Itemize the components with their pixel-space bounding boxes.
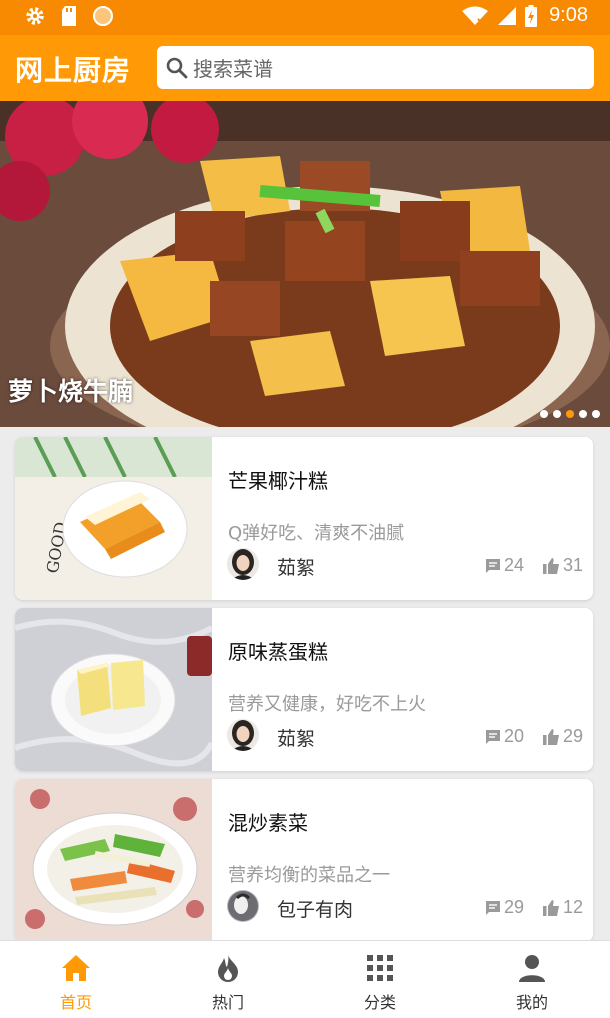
status-time: 9:08	[549, 4, 588, 26]
recipe-card[interactable]: GOOD 芒果椰汁糕 Q弹好吃、清爽不油腻 茹絮 24 31	[15, 437, 593, 600]
like-count-value: 12	[563, 897, 584, 917]
recipe-title: 混炒素菜	[228, 811, 308, 835]
author-avatar[interactable]	[227, 719, 259, 751]
like-count[interactable]: 29	[543, 726, 583, 747]
recipe-image	[15, 779, 212, 940]
recipe-image	[15, 608, 212, 771]
recipe-list[interactable]: GOOD 芒果椰汁糕 Q弹好吃、清爽不油腻 茹絮 24 31 原味蒸蛋糕 营养又…	[0, 427, 610, 940]
recipe-card[interactable]: 混炒素菜 营养均衡的菜品之一 包子有肉 29 12	[15, 779, 593, 940]
gear-icon	[26, 7, 44, 25]
search-bar[interactable]: 搜索菜谱	[157, 46, 594, 89]
signal-icon	[498, 6, 517, 25]
recipe-description: 营养均衡的菜品之一	[228, 865, 390, 886]
thumbs-up-icon	[543, 899, 559, 916]
app-title: 网上厨房	[15, 54, 132, 87]
like-count[interactable]: 31	[543, 555, 583, 576]
nav-home[interactable]: 首页	[0, 941, 152, 1018]
home-icon	[62, 955, 90, 981]
recipe-title: 芒果椰汁糕	[228, 469, 328, 493]
comment-count-value: 29	[504, 897, 525, 917]
bottom-nav: 首页 热门 分类 我的	[0, 940, 610, 1018]
nav-label: 我的	[515, 993, 548, 1012]
status-bar: 9:08	[0, 0, 610, 35]
fire-icon	[218, 954, 238, 982]
thumbs-up-icon	[543, 728, 559, 745]
search-icon	[166, 57, 188, 78]
comment-count[interactable]: 24	[485, 555, 524, 576]
author-name[interactable]: 茹絮	[277, 553, 315, 580]
carousel-indicator	[540, 410, 600, 418]
nav-label: 热门	[211, 993, 244, 1012]
nav-profile[interactable]: 我的	[456, 941, 608, 1018]
nav-label: 首页	[59, 993, 92, 1012]
recipe-card[interactable]: 原味蒸蛋糕 营养又健康，好吃不上火 茹絮 20 29	[15, 608, 593, 771]
carousel-dot[interactable]	[553, 410, 561, 418]
battery-icon	[525, 4, 538, 27]
nav-label: 分类	[363, 993, 396, 1012]
comment-icon	[486, 558, 500, 573]
comment-count[interactable]: 20	[485, 726, 524, 747]
recipe-description: Q弹好吃、清爽不油腻	[228, 523, 405, 544]
carousel-dot[interactable]	[592, 410, 600, 418]
nav-category[interactable]: 分类	[304, 941, 456, 1018]
author-avatar[interactable]	[227, 548, 259, 580]
sd-card-icon	[62, 6, 76, 26]
recipe-image: GOOD	[15, 437, 212, 600]
comment-icon	[486, 900, 500, 915]
comment-count-value: 20	[504, 726, 525, 746]
app-bar: 网上厨房 搜索菜谱	[0, 35, 610, 101]
carousel-dot-active[interactable]	[566, 410, 574, 418]
person-icon	[519, 955, 545, 982]
circle-icon	[93, 6, 113, 26]
comment-count-value: 24	[504, 555, 525, 575]
like-count-value: 29	[563, 726, 584, 746]
recipe-description: 营养又健康，好吃不上火	[228, 694, 426, 715]
author-avatar[interactable]	[227, 890, 259, 922]
like-count-value: 31	[563, 555, 584, 575]
thumbs-up-icon	[543, 557, 559, 574]
banner-caption: 萝卜烧牛腩	[8, 377, 134, 406]
banner-carousel[interactable]: 萝卜烧牛腩	[0, 101, 610, 427]
recipe-title: 原味蒸蛋糕	[228, 640, 328, 664]
carousel-dot[interactable]	[579, 410, 587, 418]
author-name[interactable]: 包子有肉	[277, 895, 353, 922]
wifi-icon	[462, 6, 489, 26]
comment-count[interactable]: 29	[485, 897, 524, 918]
author-name[interactable]: 茹絮	[277, 724, 315, 751]
carousel-dot[interactable]	[540, 410, 548, 418]
like-count[interactable]: 12	[543, 897, 583, 918]
comment-icon	[486, 729, 500, 744]
nav-hot[interactable]: 热门	[152, 941, 304, 1018]
grid-icon	[367, 955, 393, 981]
search-placeholder: 搜索菜谱	[193, 57, 273, 81]
